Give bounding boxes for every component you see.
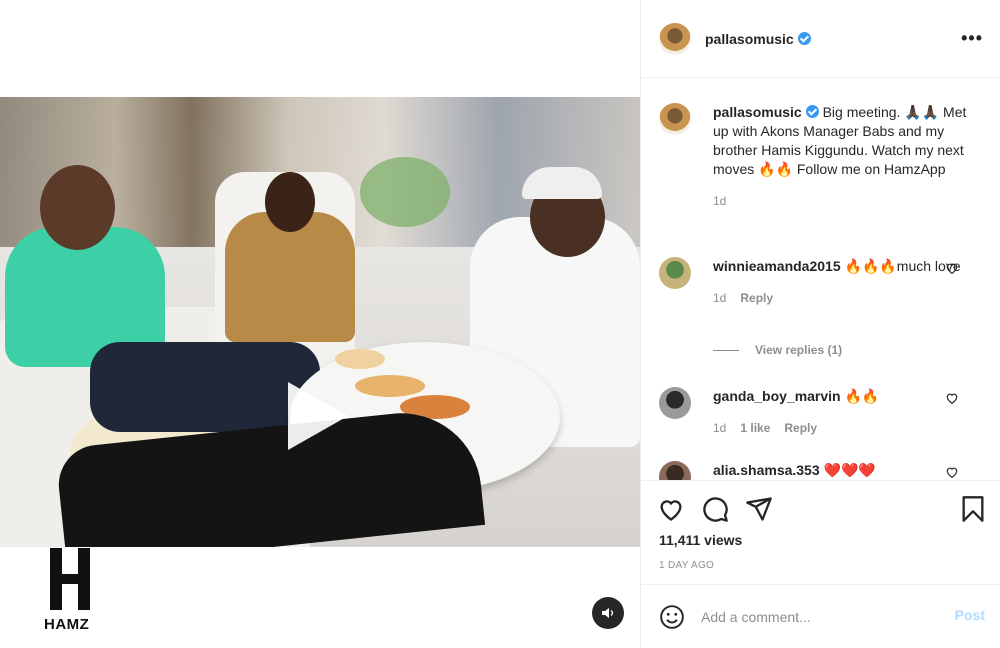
comment-time[interactable]: 1d [713, 419, 726, 438]
add-comment-bar: Post [641, 584, 1000, 648]
comment-username[interactable]: ganda_boy_marvin [713, 388, 841, 404]
video-plant [360, 157, 450, 227]
post-author-username[interactable]: pallasomusic [705, 31, 811, 47]
comment-username[interactable]: winnieamanda2015 [713, 258, 841, 274]
avatar[interactable] [659, 387, 691, 419]
video-person-left-head [40, 165, 115, 250]
comment-text: 🔥🔥🔥much love [844, 258, 961, 274]
comment-text: 🔥🔥 [844, 388, 880, 404]
verified-badge-icon [797, 31, 811, 45]
comment-body: winnieamanda2015 🔥🔥🔥much love 1d Reply [713, 257, 973, 308]
video-player[interactable] [0, 97, 640, 547]
comment-text: ❤️❤️❤️ [823, 462, 876, 478]
hamz-logo-icon [46, 548, 94, 610]
comment-row: winnieamanda2015 🔥🔥🔥much love 1d Reply [659, 257, 989, 308]
mute-button[interactable] [592, 597, 624, 629]
comment-body: ganda_boy_marvin 🔥🔥 1d 1 like Reply [713, 387, 973, 438]
more-options-button[interactable]: ••• [961, 28, 983, 49]
video-plate [335, 349, 385, 369]
comment-time[interactable]: 1d [713, 289, 726, 308]
divider [713, 349, 739, 351]
view-replies-button[interactable]: View replies (1) [713, 343, 842, 357]
heart-icon[interactable] [945, 465, 959, 479]
emoji-icon[interactable] [659, 604, 685, 630]
video-person-center-head [265, 172, 315, 232]
share-icon[interactable] [745, 495, 773, 523]
more-options-icon: ••• [961, 28, 983, 48]
hamz-logo-text: HAMZ [44, 616, 90, 633]
caption-time[interactable]: 1d [713, 192, 726, 211]
view-replies-label: View replies (1) [755, 343, 843, 357]
caption-username[interactable]: pallasomusic [713, 104, 819, 120]
play-icon[interactable] [288, 382, 348, 450]
view-count[interactable]: 11,411 views [659, 532, 742, 548]
caption-body: pallasomusic Big meeting. 🙏🏿🙏🏿 Met up wi… [713, 103, 973, 211]
bookmark-icon[interactable] [959, 495, 987, 523]
reply-button[interactable]: Reply [740, 289, 773, 308]
caption-row: pallasomusic Big meeting. 🙏🏿🙏🏿 Met up wi… [659, 103, 989, 211]
comment-body: alia.shamsa.353 ❤️❤️❤️ [713, 461, 973, 480]
heart-icon[interactable] [945, 391, 959, 405]
heart-icon[interactable] [945, 261, 959, 275]
speaker-icon [602, 608, 614, 618]
avatar[interactable] [659, 22, 691, 55]
action-bar [641, 490, 1000, 530]
hamz-watermark: HAMZ [38, 548, 102, 636]
post-comment-button[interactable]: Post [955, 607, 985, 623]
post-header: pallasomusic ••• [641, 0, 1000, 78]
avatar[interactable] [659, 257, 691, 289]
post-media: HAMZ [0, 0, 640, 648]
video-person-right-cap [522, 167, 602, 199]
heart-icon[interactable] [657, 495, 685, 523]
comment-input[interactable] [701, 608, 941, 625]
comments-list[interactable]: pallasomusic Big meeting. 🙏🏿🙏🏿 Met up wi… [641, 79, 1000, 481]
avatar[interactable] [659, 103, 691, 135]
avatar[interactable] [659, 461, 691, 480]
video-person-left-legs [90, 342, 320, 432]
video-plate [355, 375, 425, 397]
reply-button[interactable]: Reply [784, 419, 817, 438]
post-sidebar: pallasomusic ••• pallasomusic Big meetin… [640, 0, 1000, 648]
comment-row: ganda_boy_marvin 🔥🔥 1d 1 like Reply [659, 387, 989, 438]
post-date[interactable]: 1 DAY AGO [659, 560, 714, 571]
comment-icon[interactable] [701, 495, 729, 523]
comment-likes[interactable]: 1 like [740, 419, 770, 438]
comment-row: alia.shamsa.353 ❤️❤️❤️ [659, 461, 989, 480]
verified-badge-icon [805, 105, 819, 118]
comment-username[interactable]: alia.shamsa.353 [713, 462, 820, 478]
